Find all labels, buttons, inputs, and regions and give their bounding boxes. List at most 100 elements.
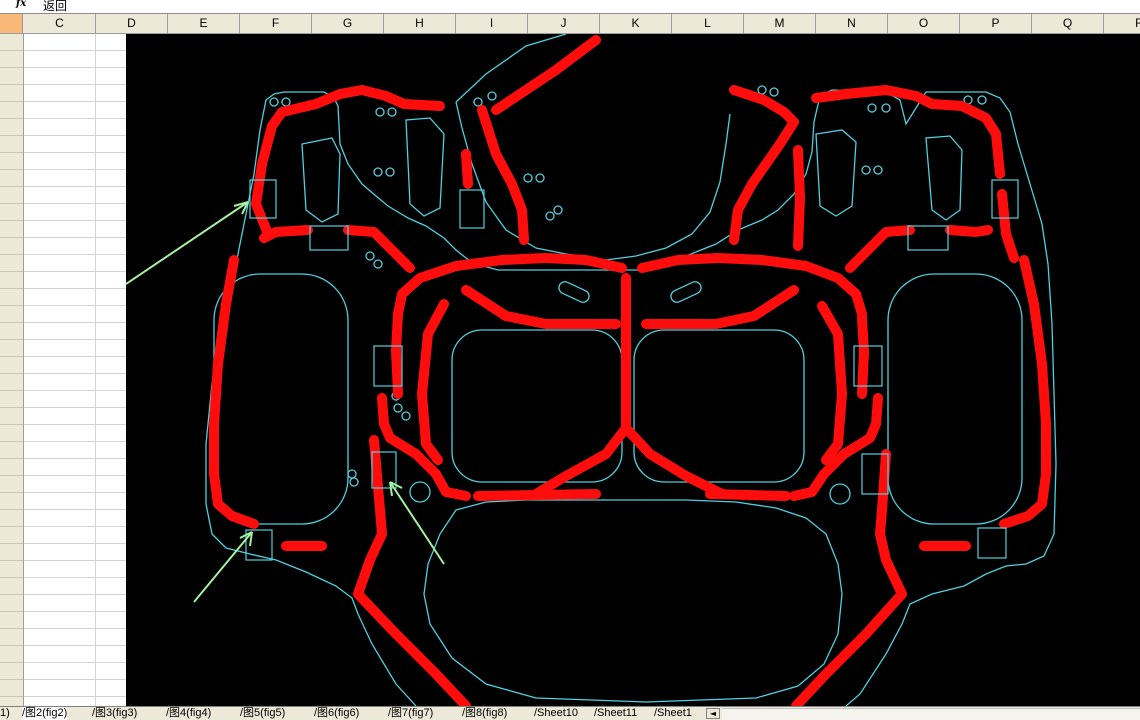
hole bbox=[347, 469, 357, 479]
grid-line bbox=[24, 135, 126, 136]
row-divider bbox=[0, 560, 23, 561]
fixture-drawing bbox=[126, 34, 1140, 706]
row-divider bbox=[0, 67, 23, 68]
sheet-tab[interactable]: /Sheet10 bbox=[534, 707, 578, 720]
rail bbox=[393, 253, 627, 319]
column-header[interactable]: L bbox=[672, 14, 744, 33]
horizontal-scrollbar[interactable] bbox=[722, 708, 1140, 720]
column-header[interactable]: P bbox=[960, 14, 1032, 33]
hole bbox=[523, 173, 533, 183]
tab-scroll-left-button[interactable]: ◄ bbox=[706, 708, 720, 719]
hole bbox=[757, 85, 767, 95]
sheet-tab[interactable]: /图3(fig3) bbox=[92, 707, 137, 720]
column-header[interactable]: Q bbox=[1032, 14, 1104, 33]
row-divider bbox=[0, 441, 23, 442]
column-header[interactable]: G bbox=[312, 14, 384, 33]
rail bbox=[621, 423, 727, 499]
row-divider bbox=[0, 526, 23, 527]
column-header[interactable]: K bbox=[600, 14, 672, 33]
column-header[interactable]: N bbox=[816, 14, 888, 33]
fixture-drawing-svg bbox=[126, 34, 1057, 706]
right-upper-pocket bbox=[815, 129, 857, 217]
sheet-tab[interactable]: /Sheet11 bbox=[594, 707, 637, 720]
grid-line bbox=[24, 271, 126, 272]
grid-line bbox=[24, 679, 126, 680]
hole bbox=[873, 165, 883, 175]
column-header-row: CDEFGHIJKLMNOPQR bbox=[0, 14, 1140, 34]
row-divider bbox=[0, 373, 23, 374]
column-header[interactable]: O bbox=[888, 14, 960, 33]
left-upper-pocket bbox=[301, 137, 341, 223]
rail bbox=[491, 35, 601, 115]
column-header[interactable]: M bbox=[744, 14, 816, 33]
row-divider bbox=[0, 118, 23, 119]
sheet-tab[interactable]: /图2(fig2) bbox=[22, 707, 68, 720]
grid-line bbox=[24, 645, 126, 646]
hole bbox=[373, 167, 383, 177]
grid-line bbox=[24, 577, 126, 578]
right-upper-pocket-2 bbox=[925, 135, 963, 221]
row-divider bbox=[0, 424, 23, 425]
row-divider bbox=[0, 458, 23, 459]
column-header[interactable]: D bbox=[96, 14, 168, 33]
rail bbox=[251, 159, 273, 239]
rail bbox=[637, 253, 867, 319]
column-header[interactable]: I bbox=[456, 14, 528, 33]
hole bbox=[769, 87, 779, 97]
row-divider bbox=[0, 50, 23, 51]
row-divider bbox=[0, 696, 23, 697]
row-divider bbox=[0, 628, 23, 629]
sheet-tab[interactable]: /图8(fig8) bbox=[462, 707, 507, 720]
rail bbox=[209, 255, 259, 529]
fx-icon[interactable]: fx bbox=[16, 0, 26, 9]
sheet-tab[interactable]: /图5(fig5) bbox=[240, 707, 285, 720]
column-header[interactable]: J bbox=[528, 14, 600, 33]
bottom-bowl bbox=[423, 499, 843, 703]
sheet-tab[interactable]: /图7(fig7) bbox=[388, 707, 433, 720]
row-divider bbox=[0, 645, 23, 646]
grid-line bbox=[24, 560, 126, 561]
row-divider bbox=[0, 305, 23, 306]
grid-line bbox=[24, 407, 126, 408]
hole bbox=[365, 251, 375, 261]
grid-line bbox=[24, 101, 126, 102]
grid-line bbox=[24, 628, 126, 629]
select-all-corner[interactable] bbox=[0, 14, 23, 33]
grid-line bbox=[24, 424, 126, 425]
hole bbox=[535, 173, 545, 183]
grid-line bbox=[24, 67, 126, 68]
column-header[interactable]: R bbox=[1104, 14, 1140, 33]
grid-line bbox=[24, 390, 126, 391]
hole bbox=[473, 97, 483, 107]
rail bbox=[461, 149, 473, 189]
left-upper-pocket-2 bbox=[405, 117, 445, 217]
sheet-tab[interactable]: /图4(fig4) bbox=[166, 707, 211, 720]
column-header[interactable]: H bbox=[384, 14, 456, 33]
annotation-arrow bbox=[389, 481, 445, 565]
rail bbox=[343, 225, 415, 273]
row-divider bbox=[0, 288, 23, 289]
rail bbox=[997, 189, 1019, 263]
sheet-tab[interactable]: /Sheet1 bbox=[654, 707, 692, 720]
formula-bar: fx 返回 bbox=[0, 0, 1140, 14]
hole bbox=[387, 107, 397, 117]
cell-grid[interactable] bbox=[24, 34, 126, 706]
row-divider bbox=[0, 101, 23, 102]
rail bbox=[353, 435, 471, 706]
formula-content[interactable]: 返回 bbox=[43, 0, 67, 13]
column-header[interactable]: F bbox=[240, 14, 312, 33]
column-header[interactable]: C bbox=[24, 14, 96, 33]
slot-right bbox=[670, 281, 702, 303]
grid-line bbox=[24, 441, 126, 442]
outer-contour bbox=[273, 89, 1057, 706]
column-header[interactable]: E bbox=[168, 14, 240, 33]
rail bbox=[793, 145, 805, 251]
row-divider bbox=[0, 407, 23, 408]
row-divider bbox=[0, 254, 23, 255]
sheet-tab[interactable]: 1) bbox=[0, 707, 10, 720]
hole bbox=[487, 91, 497, 101]
sheet-tab[interactable]: /图6(fig6) bbox=[314, 707, 359, 720]
hole bbox=[373, 259, 383, 269]
row-divider bbox=[0, 475, 23, 476]
row-header-strip[interactable] bbox=[0, 34, 24, 706]
